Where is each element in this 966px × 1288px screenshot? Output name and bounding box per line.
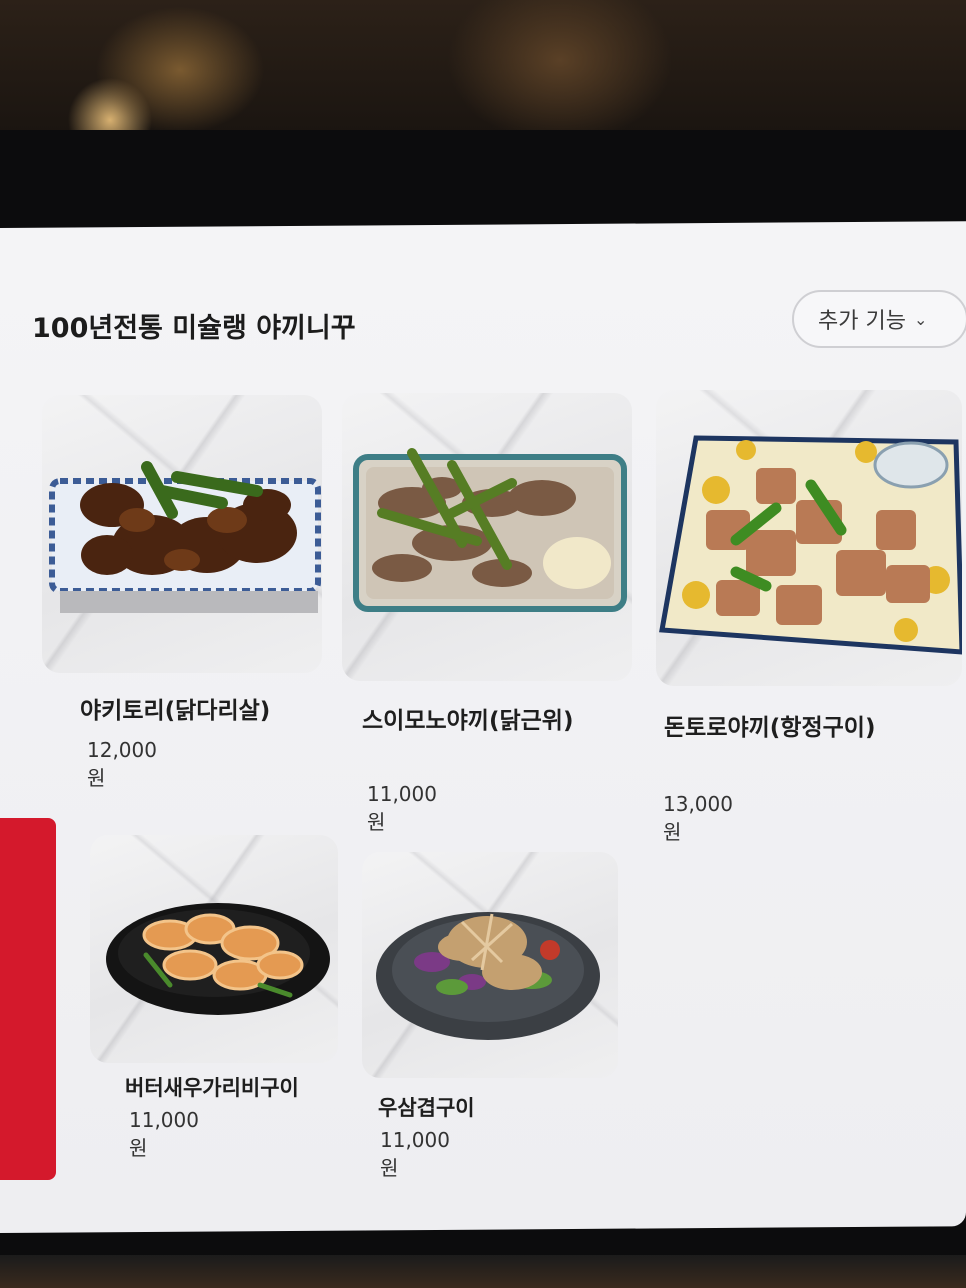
menu-item-image xyxy=(342,393,632,681)
menu-item-name: 우삼겹구이 xyxy=(378,1096,475,1120)
menu-item-price: 11,000원 xyxy=(380,1128,450,1180)
page-title: 100년전통 미슐랭 야끼니꾸 xyxy=(32,313,356,344)
menu-item-price: 12,000원 xyxy=(87,738,157,790)
more-features-button[interactable]: 추가 기능 ⌄ xyxy=(792,290,966,348)
menu-item-price: 13,000원 xyxy=(663,792,733,844)
menu-item-image xyxy=(362,852,618,1078)
menu-item-image xyxy=(656,390,962,686)
menu-item-image xyxy=(90,835,338,1063)
menu-item-image xyxy=(42,395,322,673)
menu-item-price: 11,000원 xyxy=(129,1108,199,1160)
more-features-label: 추가 기능 xyxy=(818,309,906,334)
menu-item-name: 버터새우가리비구이 xyxy=(125,1076,299,1100)
category-side-tab[interactable] xyxy=(0,818,56,1180)
menu-item-name: 야키토리(닭다리살) xyxy=(80,698,271,724)
table-surface xyxy=(0,1255,966,1288)
menu-item-name: 돈토로야끼(항정구이) xyxy=(664,715,876,741)
menu-item-name: 스이모노야끼(닭근위) xyxy=(362,708,574,734)
chevron-down-icon: ⌄ xyxy=(913,309,928,329)
menu-item-price: 11,000원 xyxy=(367,782,437,834)
